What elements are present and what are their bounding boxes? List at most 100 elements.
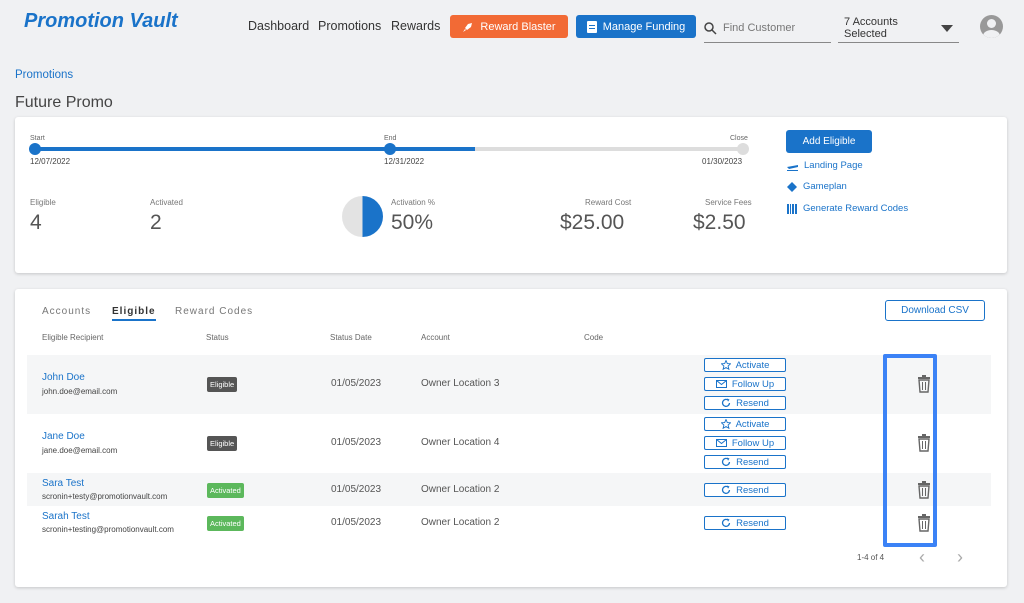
- close-date: 01/30/2023: [702, 157, 743, 166]
- activated-label: Activated: [150, 198, 183, 207]
- generate-reward-codes-link[interactable]: Generate Reward Codes: [787, 203, 908, 214]
- manage-funding-button[interactable]: Manage Funding: [576, 15, 696, 38]
- activate-label: Activate: [735, 418, 770, 430]
- rocket-icon: [463, 22, 473, 32]
- account-name: Owner Location 2: [421, 517, 500, 528]
- status-badge: Eligible: [207, 377, 238, 392]
- search-placeholder: Find Customer: [723, 22, 796, 34]
- promotion-vault-logo[interactable]: Promotion Vault: [24, 10, 178, 33]
- start-date: 12/07/2022: [30, 157, 71, 166]
- resend-label: Resend: [736, 397, 769, 409]
- close-label: Close: [730, 135, 748, 142]
- refresh-icon: [721, 457, 731, 466]
- activate-label: Activate: [735, 359, 770, 371]
- accounts-select[interactable]: 7 Accounts Selected: [838, 14, 959, 43]
- recipient-name[interactable]: Jane Doe: [42, 431, 85, 442]
- envelope-icon: [715, 380, 727, 388]
- recipient-email: john.doe@email.com: [42, 387, 118, 396]
- eligible-label: Eligible: [30, 198, 56, 207]
- account-name: Owner Location 2: [421, 484, 500, 495]
- resend-button[interactable]: Resend: [704, 516, 786, 530]
- reward-blaster-button[interactable]: Reward Blaster: [450, 15, 568, 38]
- follow-up-label: Follow Up: [731, 437, 775, 449]
- col-status: Status: [206, 333, 229, 342]
- tab-accounts[interactable]: Accounts: [42, 306, 91, 317]
- landing-page-label: Landing Page: [804, 160, 863, 171]
- reward-cost-label: Reward Cost: [585, 198, 632, 207]
- end-date: 12/31/2022: [384, 157, 425, 166]
- col-code: Code: [584, 333, 604, 342]
- account-name: Owner Location 4: [421, 437, 500, 448]
- page-title: Future Promo: [15, 94, 113, 111]
- recipient-email: scronin+testy@promotionvault.com: [42, 492, 168, 501]
- status-date: 01/05/2023: [331, 517, 382, 528]
- promo-summary-card: Start End Close 12/07/2022 12/31/2022 01…: [15, 117, 1007, 273]
- chevron-down-icon: [941, 24, 953, 32]
- activate-button[interactable]: Activate: [704, 417, 786, 431]
- gameplan-label: Gameplan: [803, 181, 847, 192]
- activation-percent: 50%: [391, 211, 434, 234]
- manage-funding-label: Manage Funding: [602, 20, 686, 33]
- reward-cost: $25.00: [560, 211, 625, 234]
- landing-page-link[interactable]: Landing Page: [787, 160, 863, 171]
- status-badge: Eligible: [207, 436, 238, 451]
- follow-up-button[interactable]: Follow Up: [704, 436, 786, 450]
- user-avatar[interactable]: [980, 15, 1003, 38]
- generate-reward-codes-label: Generate Reward Codes: [803, 203, 909, 214]
- resend-button[interactable]: Resend: [704, 483, 786, 497]
- barcode-icon: [787, 203, 797, 214]
- resend-button[interactable]: Resend: [704, 396, 786, 410]
- nav-rewards[interactable]: Rewards: [391, 19, 440, 33]
- find-customer-search[interactable]: Find Customer: [704, 14, 831, 43]
- chevron-left-icon[interactable]: ‹: [919, 547, 925, 568]
- add-eligible-button[interactable]: Add Eligible: [786, 130, 872, 153]
- refresh-icon: [721, 518, 731, 527]
- recipient-name[interactable]: Sarah Test: [42, 511, 90, 522]
- follow-up-label: Follow Up: [731, 378, 775, 390]
- recipient-name[interactable]: Sara Test: [42, 478, 84, 489]
- document-icon: [586, 20, 597, 33]
- search-icon: [704, 21, 717, 35]
- end-marker: [384, 143, 396, 155]
- table-row: Jane Doe jane.doe@email.com Eligible 01/…: [27, 414, 991, 473]
- tab-eligible[interactable]: Eligible: [112, 306, 156, 321]
- refresh-icon: [721, 398, 731, 407]
- refresh-icon: [721, 485, 731, 494]
- resend-label: Resend: [736, 456, 769, 468]
- recipient-email: jane.doe@email.com: [42, 446, 118, 455]
- gameplan-link[interactable]: Gameplan: [787, 181, 847, 192]
- nav-dashboard[interactable]: Dashboard: [248, 19, 309, 33]
- star-icon: [720, 419, 731, 429]
- follow-up-button[interactable]: Follow Up: [704, 377, 786, 391]
- delete-column-highlight: [883, 354, 937, 547]
- plane-icon: [787, 164, 798, 171]
- logo-text: Promotion Vault: [24, 10, 178, 32]
- table-row: Sara Test scronin+testy@promotionvault.c…: [27, 473, 991, 506]
- status-badge: Activated: [207, 516, 244, 531]
- envelope-icon: [715, 439, 727, 447]
- eligible-count: 4: [30, 211, 42, 234]
- col-account: Account: [421, 333, 450, 342]
- start-marker: [29, 143, 41, 155]
- status-date: 01/05/2023: [331, 378, 382, 389]
- tab-reward-codes[interactable]: Reward Codes: [175, 306, 253, 317]
- download-csv-button[interactable]: Download CSV: [885, 300, 985, 321]
- col-status-date: Status Date: [330, 333, 372, 342]
- activated-count: 2: [150, 211, 162, 234]
- activation-pie: [342, 196, 383, 237]
- end-label: End: [384, 135, 397, 142]
- nav-promotions[interactable]: Promotions: [318, 19, 381, 33]
- resend-label: Resend: [736, 517, 769, 529]
- activate-button[interactable]: Activate: [704, 358, 786, 372]
- status-date: 01/05/2023: [331, 484, 382, 495]
- account-name: Owner Location 3: [421, 378, 500, 389]
- table-row: Sarah Test scronin+testing@promotionvaul…: [27, 506, 991, 539]
- service-fees-label: Service Fees: [705, 198, 752, 207]
- breadcrumb[interactable]: Promotions: [15, 69, 73, 81]
- resend-label: Resend: [736, 484, 769, 496]
- resend-button[interactable]: Resend: [704, 455, 786, 469]
- start-label: Start: [30, 135, 45, 142]
- star-icon: [720, 360, 731, 370]
- recipient-name[interactable]: John Doe: [42, 372, 85, 383]
- chevron-right-icon[interactable]: ›: [957, 547, 963, 568]
